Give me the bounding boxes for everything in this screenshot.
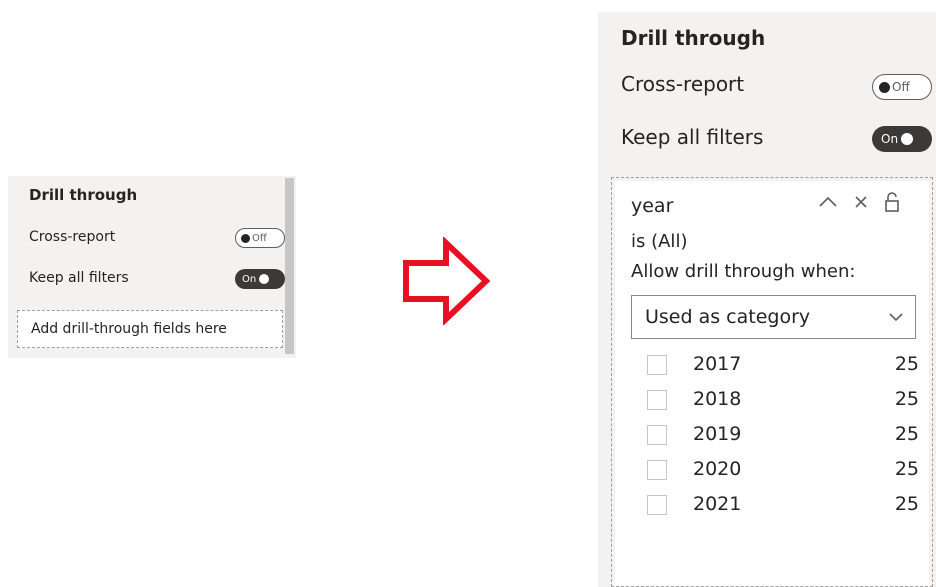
- list-item[interactable]: 2017 25: [647, 353, 919, 388]
- drill-through-pane-large: Drill through Cross-report Off Keep all …: [598, 12, 936, 587]
- toggle-state-label: On: [881, 132, 899, 146]
- cross-report-label: Cross-report: [29, 229, 116, 245]
- pane-title: Drill through: [621, 26, 766, 50]
- value-count: 25: [894, 353, 919, 375]
- filter-state-text: is (All): [631, 231, 688, 252]
- scrollbar[interactable]: [285, 178, 294, 354]
- checkbox[interactable]: [647, 390, 667, 410]
- value-count: 25: [894, 423, 919, 445]
- checkbox[interactable]: [647, 495, 667, 515]
- keep-all-filters-toggle[interactable]: On: [872, 126, 932, 152]
- checkbox[interactable]: [647, 425, 667, 445]
- cross-report-toggle[interactable]: Off: [872, 74, 932, 100]
- toggle-state-label: On: [242, 273, 257, 285]
- toggle-knob: [879, 81, 890, 93]
- value-label: 2020: [693, 458, 742, 480]
- value-label: 2017: [693, 353, 742, 375]
- arrow-right-icon: [403, 237, 491, 325]
- allow-drill-through-select[interactable]: Used as category: [631, 295, 916, 339]
- value-label: 2018: [693, 388, 742, 410]
- list-item[interactable]: 2021 25: [647, 493, 919, 528]
- value-list: 2017 25 2018 25 2019 25 2020 25 2021 25: [647, 353, 919, 528]
- drill-through-drop-zone[interactable]: Add drill-through fields here: [17, 310, 283, 348]
- select-value: Used as category: [645, 306, 811, 328]
- value-count: 25: [894, 458, 919, 480]
- pane-title: Drill through: [29, 186, 138, 204]
- value-count: 25: [894, 493, 919, 515]
- toggle-knob: [259, 274, 270, 284]
- toggle-knob: [241, 233, 250, 243]
- keep-all-filters-label: Keep all filters: [621, 125, 764, 149]
- cross-report-label: Cross-report: [621, 72, 745, 96]
- toggle-knob: [901, 133, 914, 145]
- chevron-up-icon[interactable]: [818, 191, 838, 213]
- keep-all-filters-label: Keep all filters: [29, 270, 129, 286]
- drill-through-pane-small: Drill through Cross-report Off Keep all …: [8, 176, 296, 358]
- field-name: year: [631, 195, 674, 217]
- chevron-down-icon: [887, 306, 905, 333]
- drill-through-field-card: year is (All) Allow drill through when: …: [611, 177, 933, 587]
- cross-report-toggle[interactable]: Off: [235, 228, 285, 248]
- list-item[interactable]: 2018 25: [647, 388, 919, 423]
- value-label: 2021: [693, 493, 742, 515]
- close-icon[interactable]: [854, 191, 868, 213]
- value-label: 2019: [693, 423, 742, 445]
- toggle-state-label: Off: [892, 80, 910, 94]
- allow-drill-through-label: Allow drill through when:: [631, 261, 856, 282]
- lock-icon[interactable]: [884, 191, 900, 213]
- list-item[interactable]: 2020 25: [647, 458, 919, 493]
- keep-all-filters-toggle[interactable]: On: [235, 269, 285, 289]
- toggle-state-label: Off: [252, 232, 267, 244]
- list-item[interactable]: 2019 25: [647, 423, 919, 458]
- checkbox[interactable]: [647, 355, 667, 375]
- field-card-actions: [818, 191, 900, 213]
- value-count: 25: [894, 388, 919, 410]
- checkbox[interactable]: [647, 460, 667, 480]
